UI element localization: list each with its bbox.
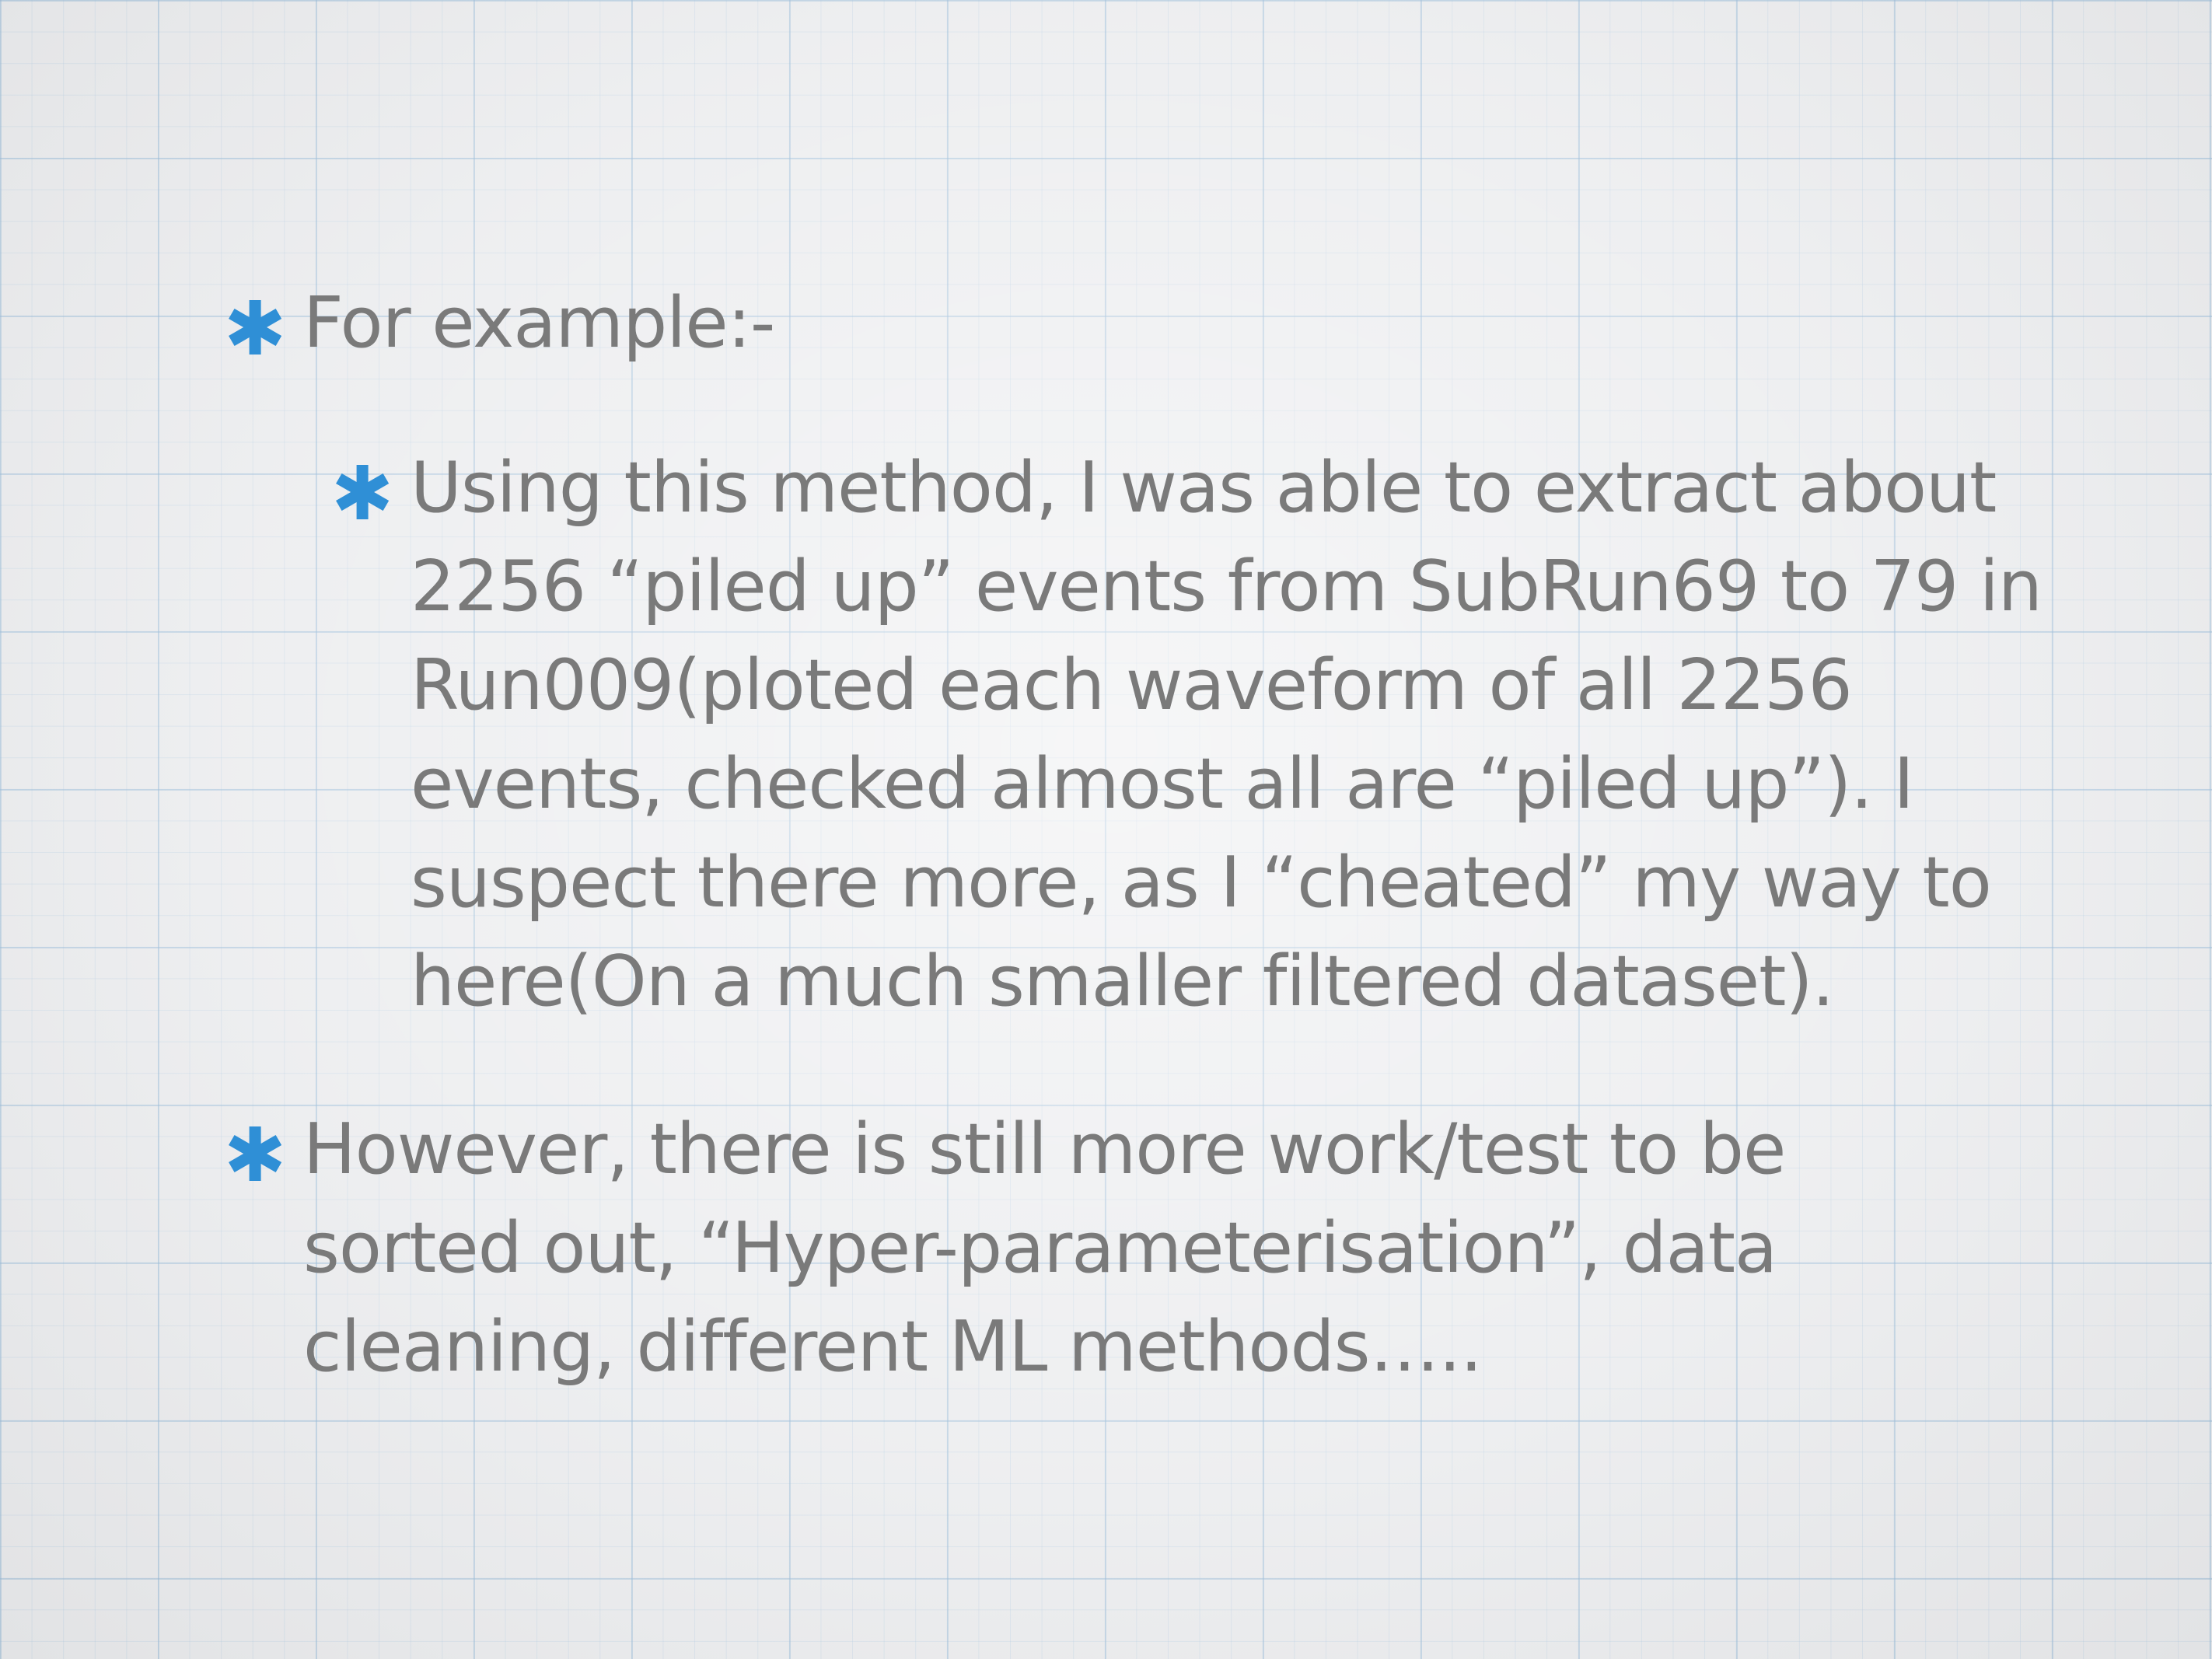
bullet-text: Using this method, I was able to extract… — [411, 447, 2043, 1022]
bullet-text: However, there is still more work/test t… — [303, 1109, 1786, 1388]
bullet-text: For example:- — [303, 282, 775, 364]
slide: ✱ For example:- ✱ Using this method, I w… — [0, 0, 2212, 1659]
asterisk-icon: ✱ — [224, 1112, 286, 1199]
asterisk-icon: ✱ — [331, 450, 393, 537]
bullet-however: ✱ However, there is still more work/test… — [224, 1100, 2091, 1396]
asterisk-icon: ✱ — [224, 285, 286, 372]
bullet-for-example: ✱ For example:- — [224, 274, 2091, 372]
bullet-using-this-method: ✱ Using this method, I was able to extra… — [331, 438, 2059, 1031]
